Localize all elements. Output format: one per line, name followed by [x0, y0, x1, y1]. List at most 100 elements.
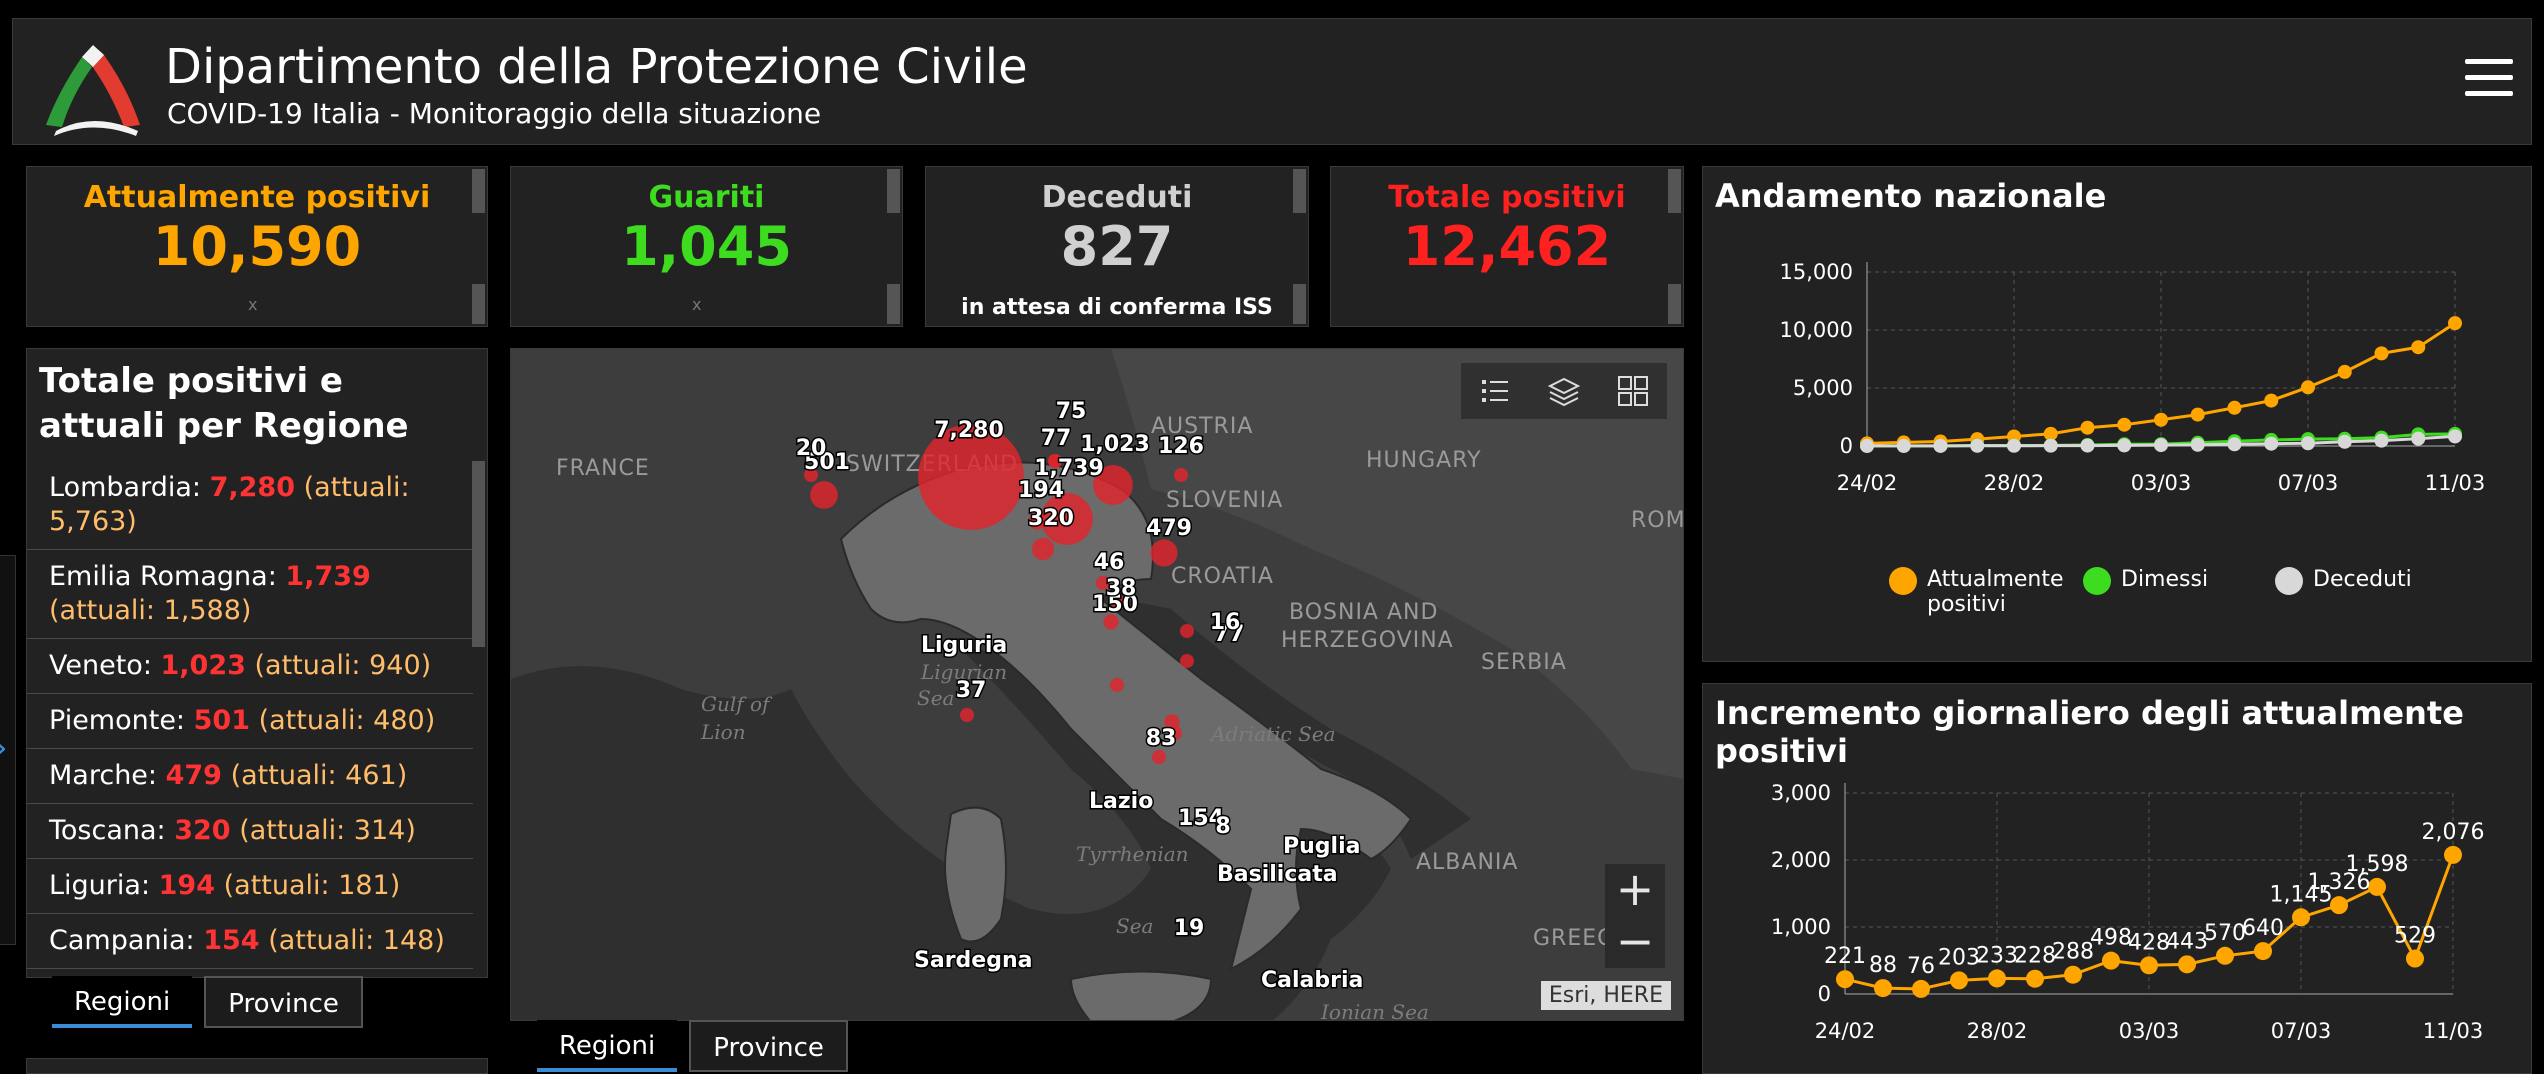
data-point[interactable] [2043, 438, 2058, 453]
data-point[interactable] [2140, 956, 2158, 975]
legend-item[interactable]: Attualmente positivi [1889, 567, 2064, 617]
data-point[interactable] [2254, 942, 2272, 961]
scrollbar-thumb[interactable] [1293, 284, 1306, 324]
sea-label: Sea [917, 686, 954, 710]
layers-icon[interactable] [1547, 374, 1581, 408]
hamburger-menu-icon[interactable] [2465, 59, 2513, 103]
chevron-right-icon[interactable]: › [0, 728, 8, 768]
data-point[interactable] [1933, 438, 1948, 453]
sea-label: Sea [1116, 914, 1153, 938]
data-point[interactable] [2448, 429, 2462, 444]
data-point[interactable] [2374, 346, 2389, 361]
tab-regioni[interactable]: Regioni [52, 976, 193, 1028]
data-point[interactable] [2330, 896, 2348, 915]
data-point[interactable] [2190, 407, 2205, 422]
case-marker[interactable] [1110, 678, 1124, 692]
list-item[interactable]: Veneto: 1,023 (attuali: 940) [27, 639, 473, 694]
data-point[interactable] [1988, 969, 2006, 988]
tab-province[interactable]: Province [204, 976, 363, 1028]
chart-title: Andamento nazionale [1715, 177, 2107, 215]
case-marker[interactable] [1174, 468, 1188, 482]
data-point[interactable] [2292, 908, 2310, 927]
place-label: Calabria [1261, 968, 1363, 993]
card-note: in attesa di conferma ISS [961, 295, 1273, 320]
marker-label: 16 [1210, 610, 1241, 635]
data-point[interactable] [2411, 431, 2426, 446]
data-point[interactable] [2448, 316, 2462, 331]
region-current: (attuali: 480) [258, 705, 436, 736]
data-point[interactable] [2337, 364, 2352, 379]
case-marker[interactable] [1031, 537, 1055, 561]
scrollbar-thumb[interactable] [887, 169, 900, 213]
map-view[interactable]: FRANCE SWITZERLAND AUSTRIA HUNGARY SLOVE… [510, 348, 1684, 1021]
place-label: Puglia [1283, 834, 1360, 859]
data-point[interactable] [2368, 877, 2386, 896]
data-point[interactable] [2117, 417, 2132, 432]
data-point[interactable] [2007, 438, 2021, 453]
case-marker[interactable] [1180, 654, 1194, 668]
data-point[interactable] [2411, 340, 2426, 355]
list-item[interactable]: Campania: 154 (attuali: 148) [27, 914, 473, 969]
data-point[interactable] [1836, 970, 1854, 989]
data-point[interactable] [2216, 946, 2234, 965]
tab-regioni[interactable]: Regioni [537, 1020, 678, 1072]
data-point[interactable] [2064, 965, 2082, 984]
list-item[interactable]: Emilia Romagna: 1,739 (attuali: 1,588) [27, 550, 473, 639]
data-point[interactable] [2301, 436, 2315, 451]
data-point[interactable] [1970, 438, 1985, 453]
data-point[interactable] [2102, 951, 2120, 970]
data-point[interactable] [2406, 949, 2424, 968]
scrollbar-thumb[interactable] [472, 284, 485, 324]
case-marker[interactable] [810, 481, 838, 509]
list-item[interactable]: Lombardia: 7,280 (attuali: 5,763) [27, 461, 473, 550]
basemap-gallery-icon[interactable] [1616, 374, 1650, 408]
data-point[interactable] [2374, 433, 2389, 448]
list-scrollbar[interactable] [472, 461, 485, 647]
scrollbar-thumb[interactable] [1668, 169, 1681, 213]
tab-province[interactable]: Province [689, 1020, 848, 1072]
data-point[interactable] [2264, 393, 2279, 408]
data-point[interactable] [2190, 437, 2205, 452]
scrollbar-thumb[interactable] [1293, 169, 1306, 213]
map-toolbar [1461, 363, 1667, 419]
case-marker[interactable] [960, 708, 974, 722]
zoom-out-button[interactable]: − [1605, 916, 1665, 968]
data-point[interactable] [2080, 438, 2095, 453]
map-canvas[interactable]: FRANCE SWITZERLAND AUSTRIA HUNGARY SLOVE… [511, 349, 1684, 1021]
list-item[interactable]: Liguria: 194 (attuali: 181) [27, 859, 473, 914]
data-point[interactable] [2264, 436, 2279, 451]
list-item[interactable]: Marche: 479 (attuali: 461) [27, 749, 473, 804]
case-marker[interactable] [1180, 624, 1194, 638]
data-point[interactable] [2154, 412, 2168, 427]
data-point[interactable] [2080, 420, 2095, 435]
scrollbar-thumb[interactable] [887, 284, 900, 324]
data-point[interactable] [2301, 380, 2315, 395]
data-point[interactable] [2178, 955, 2196, 974]
data-point[interactable] [1950, 971, 1968, 990]
card-deceduti: Deceduti 827 in attesa di conferma ISS [925, 166, 1309, 327]
data-point[interactable] [2026, 969, 2044, 988]
data-point[interactable] [2227, 400, 2242, 415]
data-point[interactable] [2227, 437, 2242, 452]
map-attribution[interactable]: Esri, HERE [1540, 981, 1671, 1010]
national-trend-chart[interactable]: 0 5,000 10,000 15,000 24/02 28/02 03/03 07/03 11… [1703, 227, 2531, 607]
legend-item[interactable]: Deceduti [2275, 567, 2412, 595]
data-point[interactable] [2117, 438, 2132, 453]
data-point[interactable] [2337, 434, 2352, 449]
data-point[interactable] [1896, 438, 1911, 453]
daily-increment-chart[interactable]: 0 1,000 2,000 3,000 24/02 28/02 03/03 07/03 11/0… [1703, 744, 2531, 1074]
scrollbar-thumb[interactable] [1668, 284, 1681, 324]
zoom-in-button[interactable]: + [1605, 864, 1665, 916]
scrollbar-thumb[interactable] [472, 169, 485, 213]
case-marker[interactable] [1152, 750, 1166, 764]
data-point[interactable] [1912, 979, 1930, 998]
legend-list-icon[interactable] [1478, 374, 1512, 408]
data-point[interactable] [2154, 438, 2168, 453]
list-item[interactable]: Toscana: 320 (attuali: 314) [27, 804, 473, 859]
list-item[interactable]: Piemonte: 501 (attuali: 480) [27, 694, 473, 749]
data-point[interactable] [1860, 438, 1874, 453]
data-point[interactable] [2444, 845, 2462, 864]
data-point[interactable] [1874, 979, 1892, 998]
case-marker[interactable] [1150, 539, 1178, 567]
legend-item[interactable]: Dimessi [2083, 567, 2208, 595]
